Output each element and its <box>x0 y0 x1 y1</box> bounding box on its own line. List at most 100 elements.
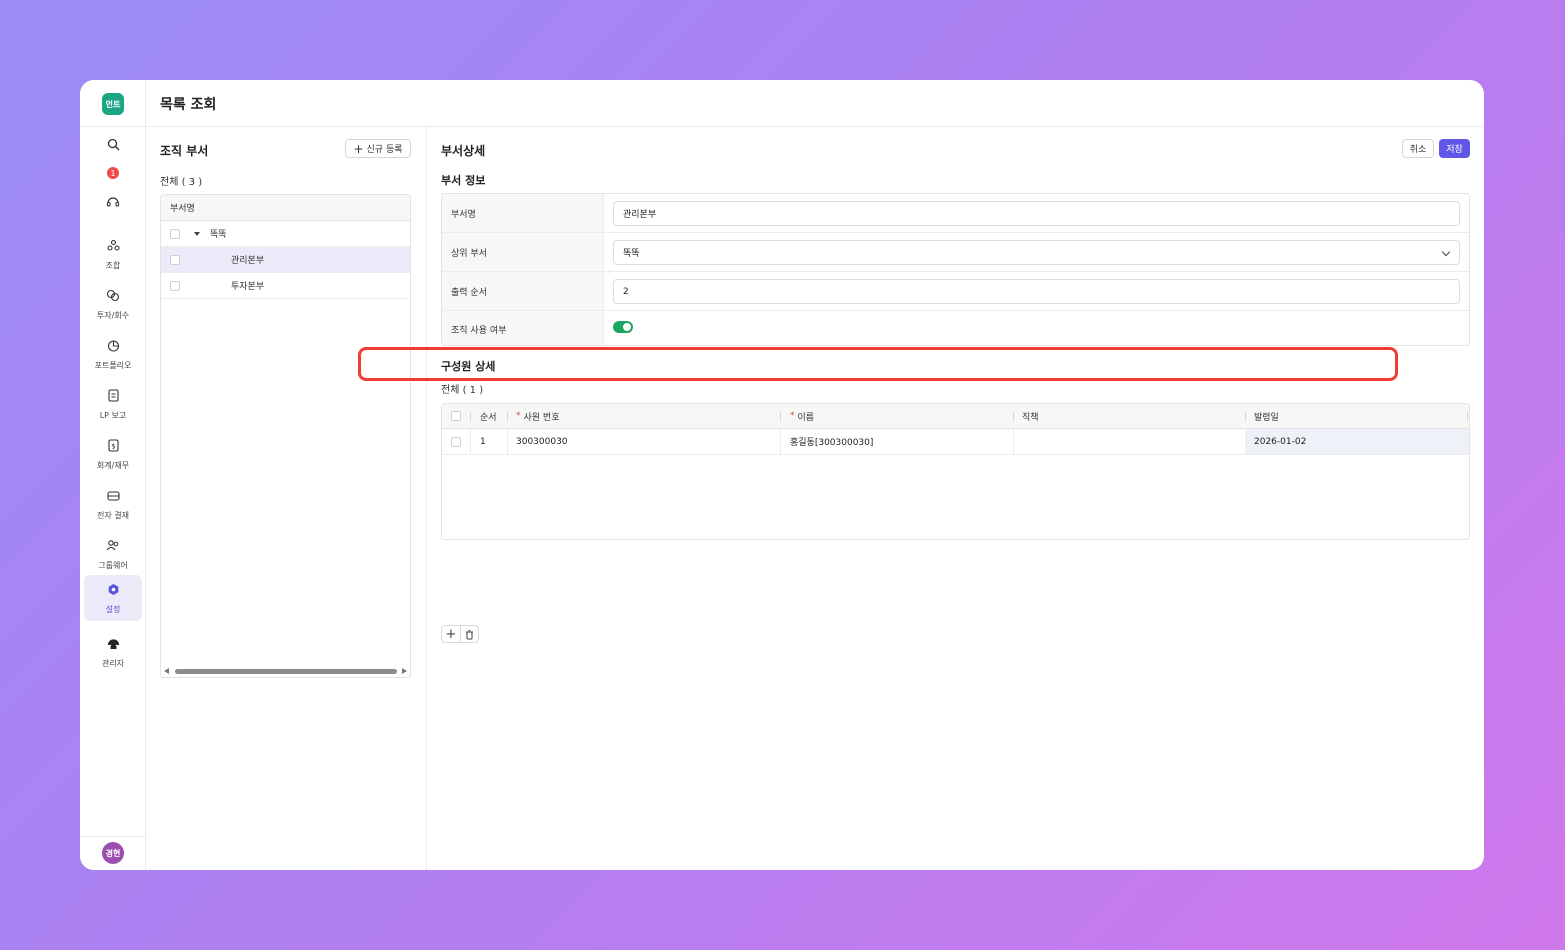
row-checkbox[interactable] <box>170 254 180 265</box>
column-separator <box>1245 412 1246 421</box>
column-header-name[interactable]: * 이름 <box>790 404 814 428</box>
user-avatar[interactable]: 경현 <box>102 842 124 864</box>
dept-info-form: 부서명 관리본부 상위 부서 똑똑 출력 순서 2 조직 사용 여부 <box>441 193 1470 346</box>
cell-order[interactable]: 1 <box>480 429 486 454</box>
tree-item-label: 관리본부 <box>231 256 265 266</box>
sidebar-item-accounting[interactable]: $ 회계/재무 <box>84 431 142 477</box>
cell-emp-no[interactable]: 300300030 <box>516 429 568 454</box>
sidebar-item-admin[interactable]: 관리자 <box>84 629 142 675</box>
column-header-date[interactable]: 발령일 <box>1254 404 1279 428</box>
cell-date[interactable]: 2026-01-02 <box>1245 429 1469 454</box>
column-header-position[interactable]: 직책 <box>1022 404 1039 428</box>
groupware-icon <box>106 537 120 556</box>
sidebar-item-settings[interactable]: 설정 <box>84 575 142 621</box>
sidebar: 먼트 1 조합 투자/회수 포트폴리오 LP 보고 $ 회계/재무 전자 결재 … <box>80 80 146 870</box>
tree-item-label: 똑똑 <box>210 230 227 240</box>
required-marker: * <box>516 411 521 421</box>
new-register-label: 신규 등록 <box>366 145 403 155</box>
tree-row-invest-dept[interactable]: 투자본부 <box>161 273 410 299</box>
report-icon <box>107 387 119 406</box>
sidebar-item-lp-report[interactable]: LP 보고 <box>84 381 142 427</box>
app-window: 먼트 1 조합 투자/회수 포트폴리오 LP 보고 $ 회계/재무 전자 결재 … <box>80 80 1484 870</box>
caret-down-icon[interactable] <box>194 232 200 236</box>
sidebar-item-investment[interactable]: 투자/회수 <box>84 281 142 327</box>
cancel-button[interactable]: 취소 <box>1402 139 1434 158</box>
sidebar-item-label: 설정 <box>105 605 121 614</box>
sidebar-item-groupware[interactable]: 그룹웨어 <box>84 531 142 577</box>
sidebar-divider <box>80 126 146 127</box>
parent-dept-label: 상위 부서 <box>442 233 604 271</box>
notification-badge[interactable]: 1 <box>107 167 119 179</box>
org-active-label: 조직 사용 여부 <box>442 311 604 345</box>
svg-text:$: $ <box>111 443 115 451</box>
scroll-left-arrow-icon[interactable] <box>164 668 169 674</box>
app-logo[interactable]: 먼트 <box>102 93 124 115</box>
settings-icon <box>107 581 120 600</box>
sidebar-item-portfolio[interactable]: 포트폴리오 <box>84 331 142 377</box>
parent-dept-select[interactable]: 똑똑 <box>613 240 1460 265</box>
portfolio-icon <box>107 337 120 356</box>
page-title: 목록 조회 <box>160 97 217 113</box>
sidebar-divider <box>80 836 146 837</box>
members-count-label: 전체 ( 1 ) <box>441 385 484 396</box>
plus-icon: + <box>353 141 364 156</box>
row-checkbox[interactable] <box>170 228 180 239</box>
column-header-label: 이름 <box>797 412 815 423</box>
parent-dept-value: 똑똑 <box>623 249 640 259</box>
headset-icon[interactable] <box>103 192 123 212</box>
table-row[interactable]: 1 300300030 홍길동[300300030] 2026-01-02 <box>442 429 1469 455</box>
column-header-order[interactable]: 순서 <box>480 404 497 428</box>
delete-row-button[interactable] <box>459 626 478 642</box>
grid-header-row: 순서 * 사원 번호 * 이름 직책 발령일 <box>442 404 1469 429</box>
display-order-input[interactable]: 2 <box>613 279 1460 304</box>
org-panel: 조직 부서 + 신규 등록 전체 ( 3 ) 부서명 똑똑 관리본부 투자본부 <box>146 127 427 870</box>
cell-border <box>507 429 508 455</box>
cell-name[interactable]: 홍길동[300300030] <box>790 429 873 454</box>
admin-icon <box>107 635 120 654</box>
detail-panel: 부서상세 취소 저장 부서 정보 부서명 관리본부 상위 부서 똑똑 출력 순서… <box>427 127 1484 870</box>
display-order-label: 출력 순서 <box>442 272 604 310</box>
sidebar-item-label: LP 보고 <box>99 411 127 420</box>
column-separator <box>470 412 471 421</box>
search-icon[interactable] <box>103 134 123 154</box>
select-all-checkbox[interactable] <box>451 411 461 421</box>
add-row-button[interactable]: + <box>442 626 460 642</box>
column-header-label: 사원 번호 <box>523 412 560 423</box>
new-register-button[interactable]: + 신규 등록 <box>345 139 411 158</box>
form-row-display-order: 출력 순서 2 <box>442 272 1469 311</box>
scroll-thumb[interactable] <box>175 669 397 674</box>
column-separator <box>1467 412 1468 421</box>
members-grid: 순서 * 사원 번호 * 이름 직책 발령일 1 300300030 홍길동[300… <box>441 403 1470 540</box>
save-button[interactable]: 저장 <box>1439 139 1470 158</box>
save-label: 저장 <box>1446 145 1463 155</box>
sidebar-item-union[interactable]: 조합 <box>84 231 142 277</box>
grid-action-buttons: + <box>441 625 479 643</box>
required-marker: * <box>790 411 795 421</box>
scroll-right-arrow-icon[interactable] <box>402 668 407 674</box>
sidebar-item-label: 회계/재무 <box>96 461 130 470</box>
column-header-emp-no[interactable]: * 사원 번호 <box>516 404 559 428</box>
tree-column-header: 부서명 <box>161 195 410 221</box>
row-checkbox[interactable] <box>170 280 180 291</box>
tree-row-root[interactable]: 똑똑 <box>161 221 410 247</box>
sidebar-item-label: 포트폴리오 <box>94 361 132 370</box>
detail-panel-title: 부서상세 <box>441 144 486 158</box>
org-active-toggle[interactable] <box>613 321 633 333</box>
horizontal-scrollbar[interactable] <box>161 665 410 677</box>
cell-border <box>470 429 471 455</box>
column-separator <box>780 412 781 421</box>
org-count-label: 전체 ( 3 ) <box>160 177 203 188</box>
sidebar-item-approval[interactable]: 전자 결재 <box>84 481 142 527</box>
column-separator <box>1013 412 1014 421</box>
dept-name-input[interactable]: 관리본부 <box>613 201 1460 226</box>
sidebar-item-label: 조합 <box>105 261 121 270</box>
tree-row-admin-dept[interactable]: 관리본부 <box>161 247 410 273</box>
row-checkbox[interactable] <box>451 437 461 447</box>
chevron-down-icon <box>1441 247 1451 257</box>
org-panel-title: 조직 부서 <box>160 144 209 158</box>
cancel-label: 취소 <box>1409 145 1427 155</box>
sidebar-item-label: 투자/회수 <box>96 311 130 320</box>
cell-border <box>780 429 781 455</box>
tree-item-label: 투자본부 <box>231 282 265 292</box>
column-separator <box>507 412 508 421</box>
